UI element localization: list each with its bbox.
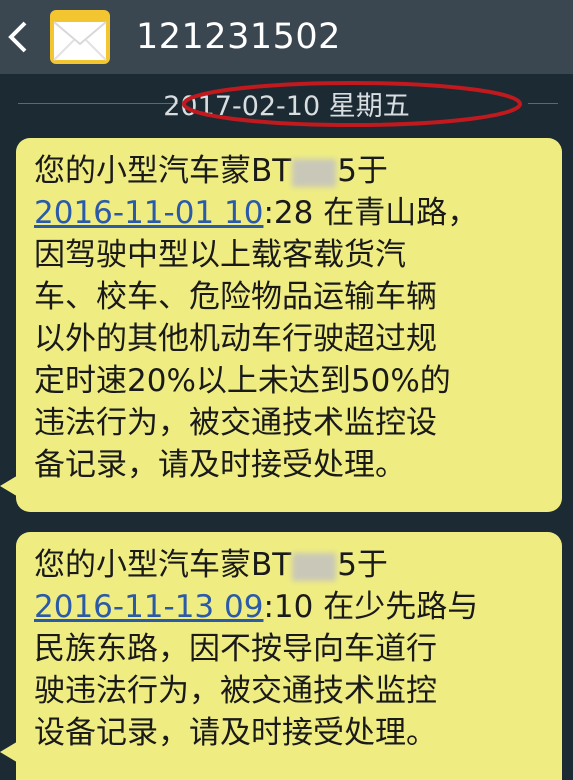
message-line: 因驾驶中型以上载客载货汽 — [34, 237, 406, 273]
message-line: 您的小型汽车蒙BT 5于 — [34, 547, 388, 583]
chevron-left-icon — [8, 21, 27, 53]
contact-number: 121231502 — [136, 17, 341, 57]
message-line: 民族东路，因不按导向车道行 — [34, 631, 437, 667]
message-line: 驶违法行为，被交通技术监控 — [34, 673, 437, 709]
message-line: 设备记录，请及时接受处理。 — [34, 715, 437, 751]
envelope-icon[interactable] — [48, 8, 112, 66]
message-line: 定时速20%以上未达到50%的 — [34, 363, 451, 399]
conversation-header: 121231502 — [0, 0, 573, 74]
date-link[interactable]: 2016-11-13 09 — [34, 589, 263, 625]
message-line: 2016-11-13 09:10 在少先路与 — [34, 589, 479, 625]
message-bubble[interactable]: 您的小型汽车蒙BT 5于 2016-11-13 09:10 在少先路与 民族东路，… — [16, 532, 562, 780]
redacted-text — [292, 158, 337, 187]
message-bubble[interactable]: 您的小型汽车蒙BT 5于 2016-11-01 10:28 在青山路， 因驾驶中型… — [16, 138, 562, 512]
date-link[interactable]: 2016-11-01 10 — [34, 195, 263, 231]
back-button[interactable] — [2, 0, 34, 74]
redacted-text — [292, 552, 337, 581]
message-line: 违法行为，被交通技术监控设 — [34, 405, 437, 441]
annotation-ellipse — [182, 81, 522, 127]
message-line: 2016-11-01 10:28 在青山路， — [34, 195, 479, 231]
message-line: 备记录，请及时接受处理。 — [34, 447, 406, 483]
message-line: 车、校车、危险物品运输车辆 — [34, 279, 437, 315]
message-line: 您的小型汽车蒙BT 5于 — [34, 153, 388, 189]
message-line: 以外的其他机动车行驶超过规 — [34, 321, 437, 357]
